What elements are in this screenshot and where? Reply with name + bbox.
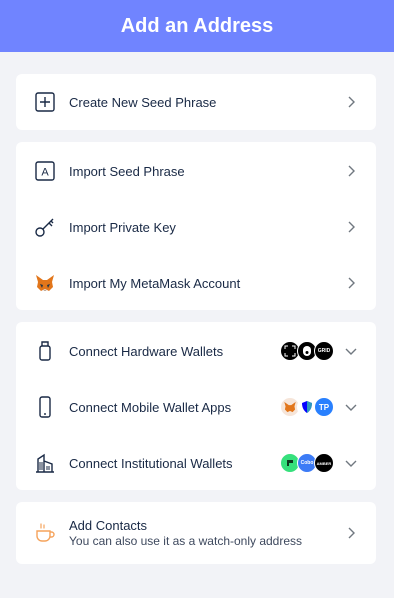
import-card: A Import Seed Phrase Import Private Key … [16, 142, 376, 310]
connect-mobile-label: Connect Mobile Wallet Apps [69, 399, 232, 415]
tokenpocket-badge-icon: TP [314, 397, 334, 417]
metamask-fox-icon [34, 272, 56, 294]
import-seed-phrase-row[interactable]: A Import Seed Phrase [16, 143, 376, 199]
chevron-right-icon [348, 165, 355, 177]
connect-mobile-row[interactable]: Connect Mobile Wallet Apps TP [16, 379, 376, 435]
import-private-key-label: Import Private Key [69, 219, 176, 235]
create-card: Create New Seed Phrase [16, 74, 376, 130]
add-contacts-title: Add Contacts [69, 518, 148, 533]
smartphone-icon [34, 396, 56, 418]
add-contacts-subtitle: You can also use it as a watch-only addr… [69, 534, 303, 548]
contacts-card: Add Contacts You can also use it as a wa… [16, 502, 376, 564]
svg-text:A: A [41, 167, 49, 179]
chevron-down-icon [345, 404, 357, 411]
connect-institutional-row[interactable]: Connect Institutional Wallets Cobo AMBER [16, 435, 376, 491]
add-contacts-row[interactable]: Add Contacts You can also use it as a wa… [16, 505, 376, 561]
coffee-cup-icon [34, 522, 56, 544]
chevron-right-icon [348, 277, 355, 289]
connect-card: Connect Hardware Wallets GRID Connect Mo… [16, 322, 376, 490]
connect-institutional-label: Connect Institutional Wallets [69, 455, 233, 471]
page-header: Add an Address [0, 0, 394, 52]
add-contacts-text: Add Contacts You can also use it as a wa… [69, 518, 302, 548]
chevron-down-icon [345, 348, 357, 355]
import-private-key-row[interactable]: Import Private Key [16, 199, 376, 255]
chevron-down-icon [345, 460, 357, 467]
page-title: Add an Address [120, 14, 274, 37]
amber-logo-icon: AMBER [314, 453, 334, 473]
letter-a-square-icon: A [34, 160, 56, 182]
import-metamask-row[interactable]: Import My MetaMask Account [16, 255, 376, 311]
chevron-right-icon [348, 527, 355, 539]
hardware-wallet-badges: GRID [280, 341, 334, 361]
mobile-wallet-badges: TP [280, 397, 334, 417]
connect-hardware-label: Connect Hardware Wallets [69, 343, 224, 359]
chevron-right-icon [348, 96, 355, 108]
building-icon [34, 452, 56, 474]
create-seed-phrase-row[interactable]: Create New Seed Phrase [16, 74, 376, 130]
key-icon [34, 216, 56, 238]
chevron-right-icon [348, 221, 355, 233]
import-seed-phrase-label: Import Seed Phrase [69, 163, 185, 179]
plus-square-icon [34, 91, 56, 113]
gridplus-logo-icon: GRID [314, 341, 334, 361]
import-metamask-label: Import My MetaMask Account [69, 275, 241, 291]
institutional-wallet-badges: Cobo AMBER [280, 453, 334, 473]
usb-icon [34, 340, 56, 362]
create-seed-phrase-label: Create New Seed Phrase [69, 94, 217, 110]
connect-hardware-row[interactable]: Connect Hardware Wallets GRID [16, 323, 376, 379]
